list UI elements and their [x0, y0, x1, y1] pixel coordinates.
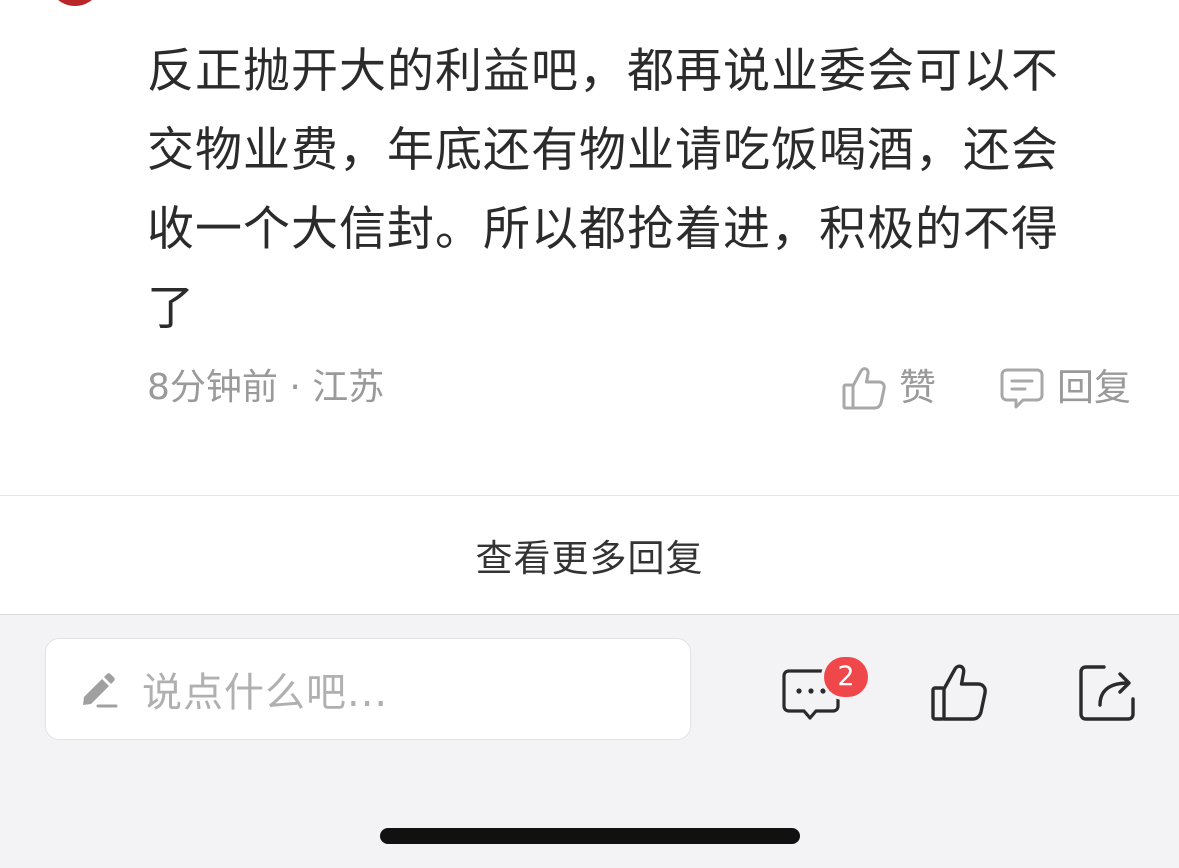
thumbs-up-icon — [842, 367, 886, 410]
home-indicator — [380, 828, 800, 844]
like-button[interactable]: 赞 — [841, 364, 936, 412]
comment-count-badge: 2 — [824, 657, 868, 697]
comment-text: 反正抛开大的利益吧，都再说业委会可以不交物业费，年底还有物业请吃饭喝酒，还会收一… — [147, 44, 1059, 336]
like-label: 赞 — [899, 366, 936, 409]
bottom-action-bar: 说点什么吧... 2 — [0, 614, 1179, 868]
thumbs-up-icon[interactable] — [928, 661, 990, 723]
view-more-replies-button[interactable]: 查看更多回复 — [0, 496, 1179, 614]
share-icon[interactable] — [1076, 661, 1138, 723]
comment-bubble-icon — [1000, 368, 1044, 409]
pencil-icon — [83, 673, 118, 708]
comment-input[interactable]: 说点什么吧... — [45, 638, 691, 740]
comment-input-placeholder: 说点什么吧... — [142, 670, 389, 716]
reply-label: 回复 — [1057, 366, 1131, 409]
comment-meta: 8分钟前 · 江苏 — [147, 367, 385, 408]
reply-button[interactable]: 回复 — [999, 364, 1131, 412]
avatar[interactable] — [48, 0, 102, 6]
